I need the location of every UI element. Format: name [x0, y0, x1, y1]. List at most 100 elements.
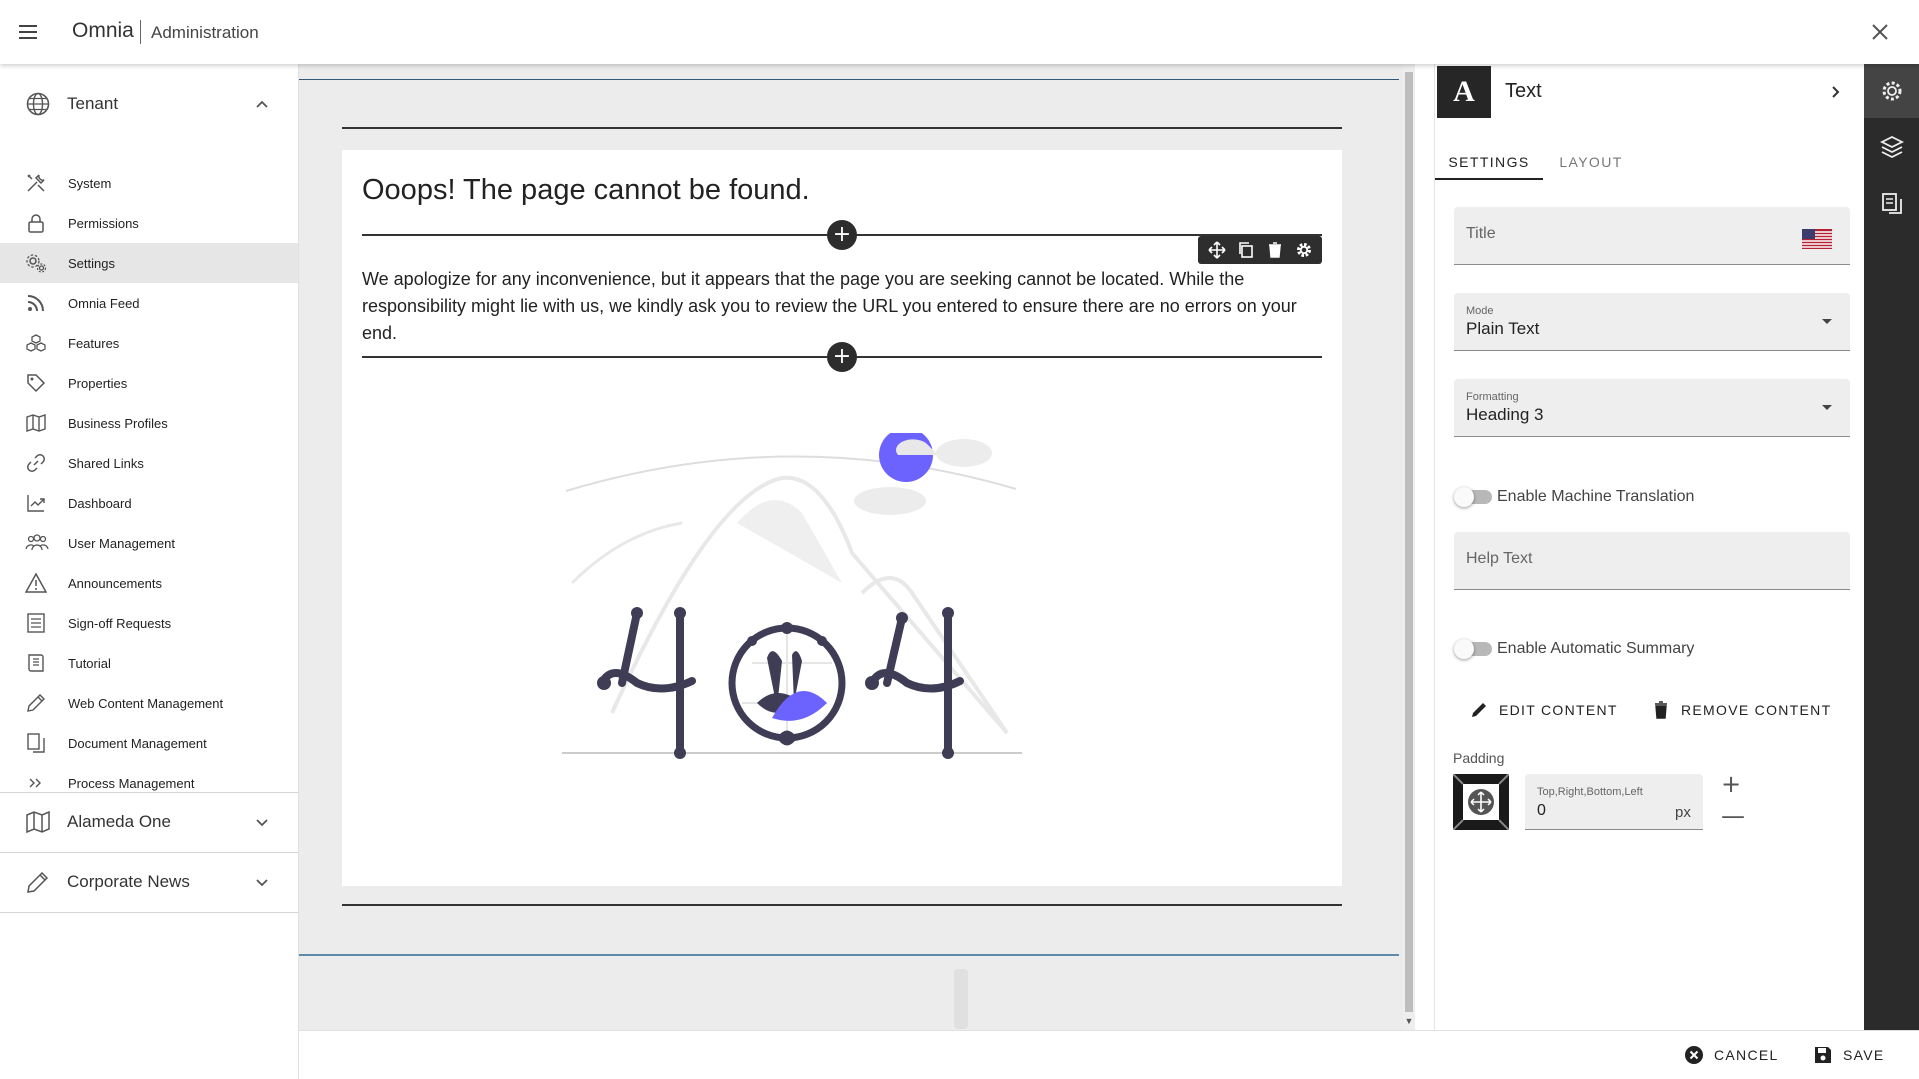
chart-icon — [25, 492, 47, 514]
rail-layers-button[interactable] — [1864, 120, 1919, 174]
section-boundary-bottom — [299, 954, 1399, 956]
sidebar-item-features[interactable]: Features — [0, 323, 298, 363]
cancel-button[interactable]: CANCEL — [1684, 1043, 1779, 1067]
sidebar-item-announcements[interactable]: Announcements — [0, 563, 298, 603]
move-icon[interactable] — [1207, 241, 1226, 259]
formatting-value: Heading 3 — [1466, 405, 1544, 424]
sidebar-item-label: System — [68, 175, 112, 191]
top-bar: Omnia Administration — [0, 0, 1919, 64]
sidebar-item-user-management[interactable]: User Management — [0, 523, 298, 563]
sidebar-item-shared-links[interactable]: Shared Links — [0, 443, 298, 483]
help-text-field[interactable]: Help Text — [1454, 532, 1850, 590]
add-block-button[interactable]: + — [827, 342, 857, 372]
users-icon — [25, 532, 49, 554]
sidebar-group-tenant[interactable]: Tenant — [0, 74, 298, 133]
sidebar-item-business-profiles[interactable]: Business Profiles — [0, 403, 298, 443]
dropdown-arrow-icon — [1822, 319, 1832, 324]
sidebar-item-label: Document Management — [68, 735, 207, 751]
sidebar-item-dashboard[interactable]: Dashboard — [0, 483, 298, 523]
machine-translation-toggle[interactable] — [1454, 487, 1494, 507]
app-section-title: Administration — [151, 23, 259, 42]
sidebar-group-label: Corporate News — [67, 871, 190, 891]
block-type-title: Text — [1505, 80, 1542, 102]
editor-right-rail — [1864, 64, 1919, 1030]
copy-icon[interactable] — [1237, 241, 1255, 259]
sidebar-item-web-content-management[interactable]: Web Content Management — [0, 683, 298, 723]
sidebar-item-permissions[interactable]: Permissions — [0, 203, 298, 243]
automatic-summary-toggle[interactable] — [1454, 639, 1494, 659]
hamburger-menu-icon[interactable] — [16, 20, 40, 44]
tab-layout[interactable]: LAYOUT — [1545, 140, 1637, 180]
formatting-select[interactable]: Formatting Heading 3 — [1454, 379, 1850, 437]
sidebar-item-label: Properties — [68, 375, 128, 391]
add-block-button[interactable]: + — [827, 220, 857, 250]
gear-icon — [1882, 81, 1901, 101]
sidebar-item-label: Omnia Feed — [68, 295, 140, 311]
save-button[interactable]: SAVE — [1813, 1043, 1885, 1067]
gear-icon[interactable] — [1295, 241, 1313, 259]
canvas-scrollbar[interactable]: ▼ — [1403, 64, 1415, 1030]
padding-decrease-button[interactable]: — — [1721, 802, 1745, 830]
padding-label: Padding — [1453, 750, 1505, 766]
scrollbar-thumb[interactable] — [1405, 72, 1413, 1012]
scroll-down-arrow-icon[interactable]: ▼ — [1403, 1016, 1415, 1026]
padding-picker[interactable] — [1453, 774, 1509, 830]
rail-settings-button[interactable] — [1864, 64, 1919, 118]
chevron-down-icon[interactable] — [252, 812, 272, 832]
sidebar-item-settings[interactable]: Settings — [0, 243, 298, 283]
section-divider-bottom — [342, 904, 1342, 906]
padding-input[interactable]: Top,Right,Bottom,Left 0 px — [1525, 774, 1703, 830]
chevron-down-icon[interactable] — [252, 872, 272, 892]
sidebar-item-system[interactable]: System — [0, 163, 298, 203]
map-icon — [25, 412, 47, 434]
sidebar-item-label: Permissions — [68, 215, 139, 231]
mode-select[interactable]: Mode Plain Text — [1454, 293, 1850, 351]
sidebar-item-label: Features — [68, 335, 120, 351]
rail-clipboard-button[interactable] — [1864, 176, 1919, 230]
edit-content-button[interactable]: EDIT CONTENT — [1469, 698, 1618, 722]
sidebar-group-label: Alameda One — [67, 811, 171, 831]
tools-icon — [25, 172, 47, 194]
dropdown-arrow-icon — [1822, 405, 1832, 410]
title-field-placeholder: Title — [1466, 225, 1496, 242]
page-body-text[interactable]: We apologize for any inconvenience, but … — [362, 266, 1317, 347]
tab-settings[interactable]: SETTINGS — [1435, 140, 1543, 180]
chevron-right-icon[interactable] — [1825, 82, 1845, 102]
sidebar-item-document-management[interactable]: Document Management — [0, 723, 298, 763]
book-icon — [25, 652, 47, 674]
sidebar-group-alameda-one[interactable]: Alameda One — [0, 792, 298, 851]
sidebar-item-properties[interactable]: Properties — [0, 363, 298, 403]
pen-icon — [25, 869, 51, 895]
padding-move-icon — [1453, 774, 1509, 830]
page-heading[interactable]: Ooops! The page cannot be found. — [362, 174, 810, 207]
sidebar-item-tutorial[interactable]: Tutorial — [0, 643, 298, 683]
sidebar-item-label: Process Management — [68, 775, 195, 791]
cubes-icon — [25, 332, 47, 354]
page-content-card: Ooops! The page cannot be found. + We ap… — [342, 150, 1342, 886]
remove-content-button[interactable]: REMOVE CONTENT — [1651, 698, 1831, 722]
section-divider-top — [342, 127, 1342, 129]
toggle-knob — [1454, 487, 1474, 507]
title-field[interactable]: Title — [1454, 207, 1850, 265]
sidebar-item-label: User Management — [68, 535, 175, 551]
us-flag-icon[interactable] — [1802, 229, 1832, 249]
save-icon — [1815, 1047, 1831, 1063]
sidebar-item-sign-off-requests[interactable]: Sign-off Requests — [0, 603, 298, 643]
chevron-up-icon[interactable] — [252, 94, 272, 114]
editor-footer: CANCEL SAVE — [299, 1030, 1919, 1079]
sidebar-item-label: Tutorial — [68, 655, 111, 671]
padding-unit: px — [1675, 804, 1691, 821]
chevrons-right-icon — [25, 772, 47, 794]
toggle-knob — [1454, 639, 1474, 659]
remove-content-label: REMOVE CONTENT — [1681, 702, 1832, 718]
close-icon[interactable] — [1868, 20, 1892, 44]
sidebar-group-corporate-news[interactable]: Corporate News — [0, 852, 298, 911]
list-icon — [25, 612, 47, 634]
padding-increase-button[interactable]: + — [1721, 770, 1741, 798]
sidebar-item-label: Settings — [68, 255, 115, 271]
app-name: Omnia — [72, 19, 134, 42]
sidebar-item-omnia-feed[interactable]: Omnia Feed — [0, 283, 298, 323]
trash-icon[interactable] — [1266, 241, 1284, 259]
formatting-label: Formatting — [1466, 391, 1519, 403]
block-toolbar — [1198, 236, 1322, 264]
